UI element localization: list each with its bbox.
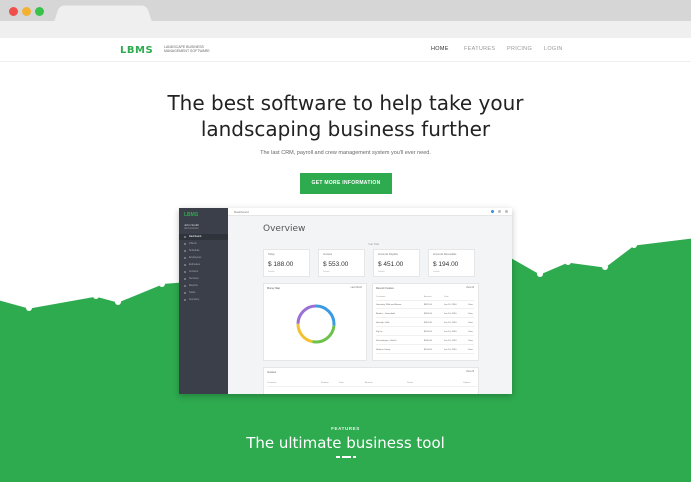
- table-row: Schneberger - Hickle $180.00 Jan 10, 201…: [376, 338, 474, 345]
- sidebar-item: Clients: [179, 241, 228, 247]
- nav-pricing[interactable]: PRICING: [507, 46, 532, 52]
- settings-icon: [498, 210, 501, 213]
- address-bar[interactable]: [0, 21, 691, 38]
- dashboard-logo: LBMS: [184, 212, 199, 218]
- stat-card: Today $ 188.00 Details: [263, 249, 310, 277]
- notification-icon: [491, 210, 494, 213]
- features-title: The ultimate business tool: [246, 434, 445, 452]
- hero-subtitle: The last CRM, payroll and crew managemen…: [260, 150, 431, 156]
- minimize-window-button[interactable]: [22, 7, 31, 16]
- donut-chart: [296, 304, 336, 344]
- menu-dot-icon: [184, 257, 186, 259]
- nav-login[interactable]: LOGIN: [544, 46, 563, 52]
- nav-features[interactable]: FEATURES: [464, 46, 495, 52]
- dashboard-breadcrumb: Dashboard: [234, 210, 249, 214]
- sidebar-item: Reports: [179, 283, 228, 289]
- maximize-window-button[interactable]: [35, 7, 44, 16]
- stat-card: Accounts Payable $ 451.00 Details: [373, 249, 420, 277]
- top-navigation: LBMS Landscape Business Management Softw…: [0, 38, 691, 62]
- dashboard-screenshot: LBMS John Smith Administrator Dashboard …: [179, 208, 512, 394]
- sidebar-item: Schedule: [179, 248, 228, 254]
- menu-dot-icon: [184, 299, 186, 301]
- invoices-panel: Invoices View All Customer Number Date A…: [263, 367, 479, 394]
- table-row: Brooks - Greenfield $553.00 Jan 10, 2016…: [376, 311, 474, 318]
- menu-dot-icon: [184, 271, 186, 273]
- landing-page: LBMS Landscape Business Management Softw…: [0, 38, 691, 482]
- donut-panel: Money Map Last Month: [263, 283, 367, 361]
- close-icon: [505, 210, 508, 213]
- table-header: Customer Number Date Amount Status Optio…: [267, 380, 477, 387]
- menu-dot-icon: [184, 264, 186, 266]
- table-row: Greenley, Wild and Boone $587.00 Jan 10,…: [376, 302, 474, 309]
- stat-card: Accounts Receivable $ 194.00 Details: [428, 249, 475, 277]
- close-window-button[interactable]: [9, 7, 18, 16]
- dashboard-topbar: Dashboard: [228, 208, 512, 216]
- hero-title: The best software to help take your land…: [0, 90, 691, 142]
- section-divider: [336, 456, 356, 458]
- sidebar-item: Inventory: [179, 297, 228, 303]
- recent-invoices-panel: Recent Invoices View All Customer Amount…: [372, 283, 479, 361]
- browser-chrome: [0, 0, 691, 38]
- hero-title-line-1: The best software to help take your: [167, 91, 524, 115]
- sidebar-item: Dashboard: [179, 234, 228, 240]
- logo-tagline: Landscape Business Management Software: [164, 45, 210, 53]
- stat-card: Invoices $ 553.00 Details: [318, 249, 365, 277]
- menu-dot-icon: [184, 243, 186, 245]
- menu-dot-icon: [184, 278, 186, 280]
- get-more-information-button[interactable]: GET MORE INFORMATION: [300, 173, 392, 194]
- table-row: Fig Inc $194.00 Jan 10, 2016 View: [376, 329, 474, 336]
- lbms-logo[interactable]: LBMS: [120, 45, 153, 56]
- table-row: Heartily - Hills $451.00 Jan 10, 2016 Vi…: [376, 320, 474, 327]
- features-section: FEATURES The ultimate business tool: [0, 426, 691, 458]
- hero-title-line-2: landscaping business further: [200, 117, 491, 141]
- sidebar-item: Tasks: [179, 290, 228, 296]
- menu-dot-icon: [184, 292, 186, 294]
- table-row: Hudson Group $154.00 Jan 10, 2016 View: [376, 347, 474, 354]
- dashboard-title: Overview: [263, 224, 306, 234]
- nav-home[interactable]: HOME: [431, 46, 449, 52]
- sidebar-item: Estimates: [179, 262, 228, 268]
- browser-window: LBMS Landscape Business Management Softw…: [0, 0, 691, 482]
- features-label: FEATURES: [331, 426, 360, 431]
- sidebar-item: Services: [179, 276, 228, 282]
- period-label: Year Total: [368, 243, 379, 246]
- sidebar-item: Employees: [179, 255, 228, 261]
- sidebar-item: Invoices: [179, 269, 228, 275]
- table-header: Customer Amount Date: [376, 294, 474, 301]
- dashboard-user-role: Administrator: [184, 227, 199, 230]
- menu-dot-icon: [184, 236, 186, 238]
- menu-dot-icon: [184, 285, 186, 287]
- dashboard-sidebar: LBMS John Smith Administrator Dashboard …: [179, 208, 228, 394]
- menu-dot-icon: [184, 250, 186, 252]
- browser-tab[interactable]: [54, 5, 152, 22]
